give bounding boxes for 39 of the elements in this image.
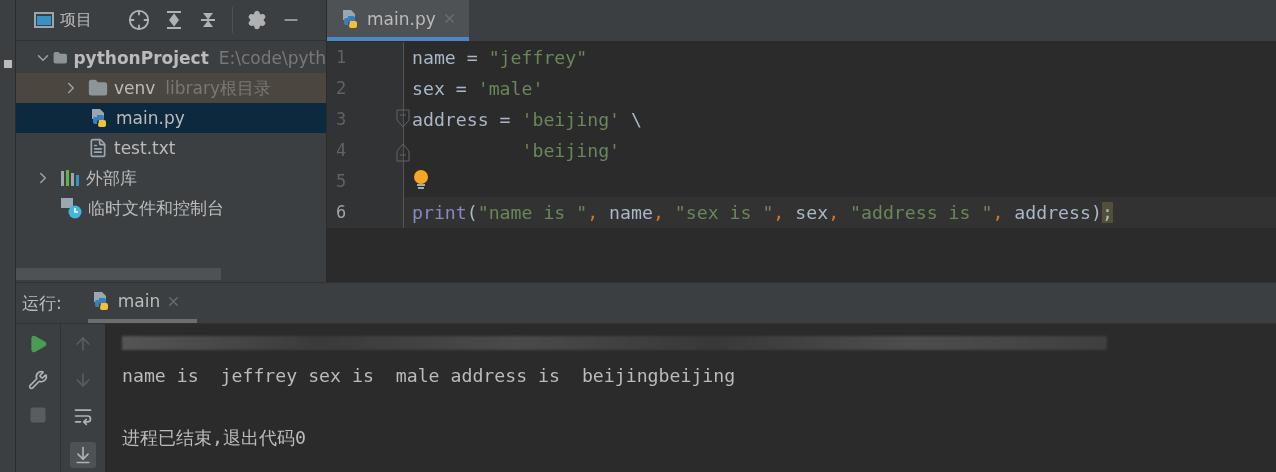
lightbulb-icon[interactable] bbox=[412, 169, 430, 191]
line-number: 6 bbox=[335, 201, 348, 224]
tree-label: 外部库 bbox=[86, 166, 137, 190]
run-icon[interactable] bbox=[28, 334, 48, 354]
panel-title[interactable]: 项目 bbox=[34, 9, 92, 31]
expand-all-icon[interactable] bbox=[164, 10, 184, 30]
tree-row[interactable]: main.py bbox=[16, 103, 326, 133]
scratch-console-icon bbox=[60, 197, 82, 219]
code-line: print("name is ", name, "sex is ", sex, "address is ", address); bbox=[412, 202, 1113, 223]
code-line: 'beijing' bbox=[520, 140, 621, 161]
tree-label: main.py bbox=[116, 108, 185, 128]
collapse-all-icon[interactable] bbox=[198, 10, 218, 30]
folder-icon bbox=[88, 78, 108, 98]
settings-icon[interactable] bbox=[247, 10, 267, 30]
console-output: name is jeffrey sex is male address is beijingbeijing bbox=[122, 364, 737, 388]
tree-label: test.txt bbox=[114, 138, 176, 158]
tree-row[interactable]: pythonProject E:\code\pyth bbox=[16, 43, 326, 73]
editor-tab[interactable]: main.py bbox=[327, 0, 469, 41]
run-label: 运行: bbox=[22, 291, 62, 315]
tree-row[interactable]: test.txt bbox=[16, 133, 326, 163]
window-icon bbox=[34, 12, 54, 28]
tree-row[interactable]: 外部库 bbox=[16, 163, 326, 193]
soft-wrap-icon[interactable] bbox=[73, 406, 93, 426]
scrollbar[interactable] bbox=[16, 268, 221, 280]
wrench-icon[interactable] bbox=[28, 370, 48, 390]
code-line: name = "jeffrey" bbox=[412, 47, 588, 68]
scroll-to-end-icon[interactable] bbox=[73, 445, 93, 465]
tree-label: pythonProject bbox=[73, 48, 209, 68]
tree-label: venv bbox=[114, 78, 156, 98]
locate-icon[interactable] bbox=[128, 9, 150, 31]
code-line: sex = 'male' bbox=[412, 78, 544, 99]
console-output: 进程已结束,退出代码0 bbox=[122, 426, 307, 450]
file-icon bbox=[88, 138, 108, 158]
library-icon bbox=[60, 169, 80, 187]
tree-label: 临时文件和控制台 bbox=[88, 196, 224, 220]
tree-hint: E:\code\pyth bbox=[218, 48, 326, 68]
code-line: address = 'beijing' \ bbox=[412, 109, 642, 130]
strip-marker bbox=[3, 60, 12, 68]
tree-row[interactable]: 临时文件和控制台 bbox=[16, 193, 326, 223]
